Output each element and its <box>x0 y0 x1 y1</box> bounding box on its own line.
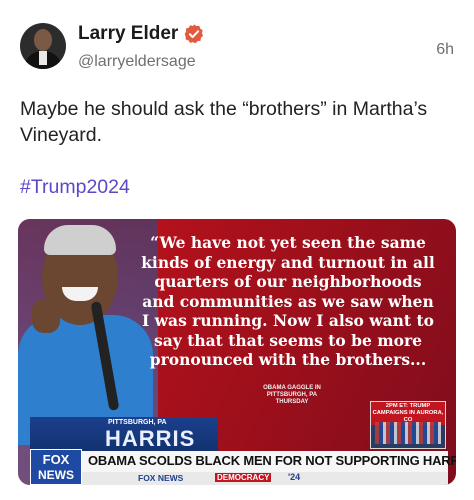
fox-news-logo: FOX NEWS <box>30 449 82 485</box>
fox-logo-bottom: NEWS <box>38 468 74 482</box>
post-card: Larry Elder @larryeldersage 6h Maybe he … <box>0 0 474 500</box>
ticker-badge: DEMOCRACY <box>215 473 272 482</box>
ticker-number: '24 <box>288 472 301 482</box>
speaker-hair <box>44 225 116 255</box>
avatar-face <box>34 29 52 51</box>
quote-text: “We have not yet seen the same kinds of … <box>141 233 435 369</box>
inset-video: 2PM ET: TRUMP CAMPAIGNS IN AURORA, CO <box>370 401 446 449</box>
post-text: Maybe he should ask the “brothers” in Ma… <box>20 98 428 146</box>
avatar[interactable] <box>20 23 66 69</box>
chyron-headline: OBAMA SCOLDS BLACK MEN FOR NOT SUPPORTIN… <box>88 453 456 468</box>
hashtag-link[interactable]: #Trump2024 <box>20 176 130 199</box>
author-row: Larry Elder <box>78 23 205 45</box>
location-label: PITTSBURGH, PA <box>108 419 167 426</box>
fox-logo-top: FOX <box>42 452 70 467</box>
avatar-shirt <box>39 51 47 65</box>
chyron: OBAMA SCOLDS BLACK MEN FOR NOT SUPPORTIN… <box>82 451 456 472</box>
speaker-hand <box>32 299 60 333</box>
verified-badge-icon <box>185 24 204 44</box>
location-sign-text: HARRIS <box>105 426 196 451</box>
inset-crowd <box>375 422 441 444</box>
post-timestamp: 6h <box>436 41 454 58</box>
author-handle[interactable]: @larryeldersage <box>78 53 196 71</box>
quote-credit: OBAMA GAGGLE IN PITTSBURGH, PA THURSDAY <box>242 385 342 406</box>
quote-credit-line2: THURSDAY <box>275 399 309 405</box>
post-media-image[interactable]: “We have not yet seen the same kinds of … <box>18 219 456 485</box>
ticker-brand: FOX NEWS <box>138 473 184 483</box>
ticker-bar: FOX NEWS DEMOCRACY '24 <box>82 472 448 485</box>
author-name[interactable]: Larry Elder <box>78 23 178 45</box>
location-strip: PITTSBURGH, PA HARRIS <box>30 417 218 451</box>
quote-credit-line1: OBAMA GAGGLE IN PITTSBURGH, PA <box>263 385 321 398</box>
